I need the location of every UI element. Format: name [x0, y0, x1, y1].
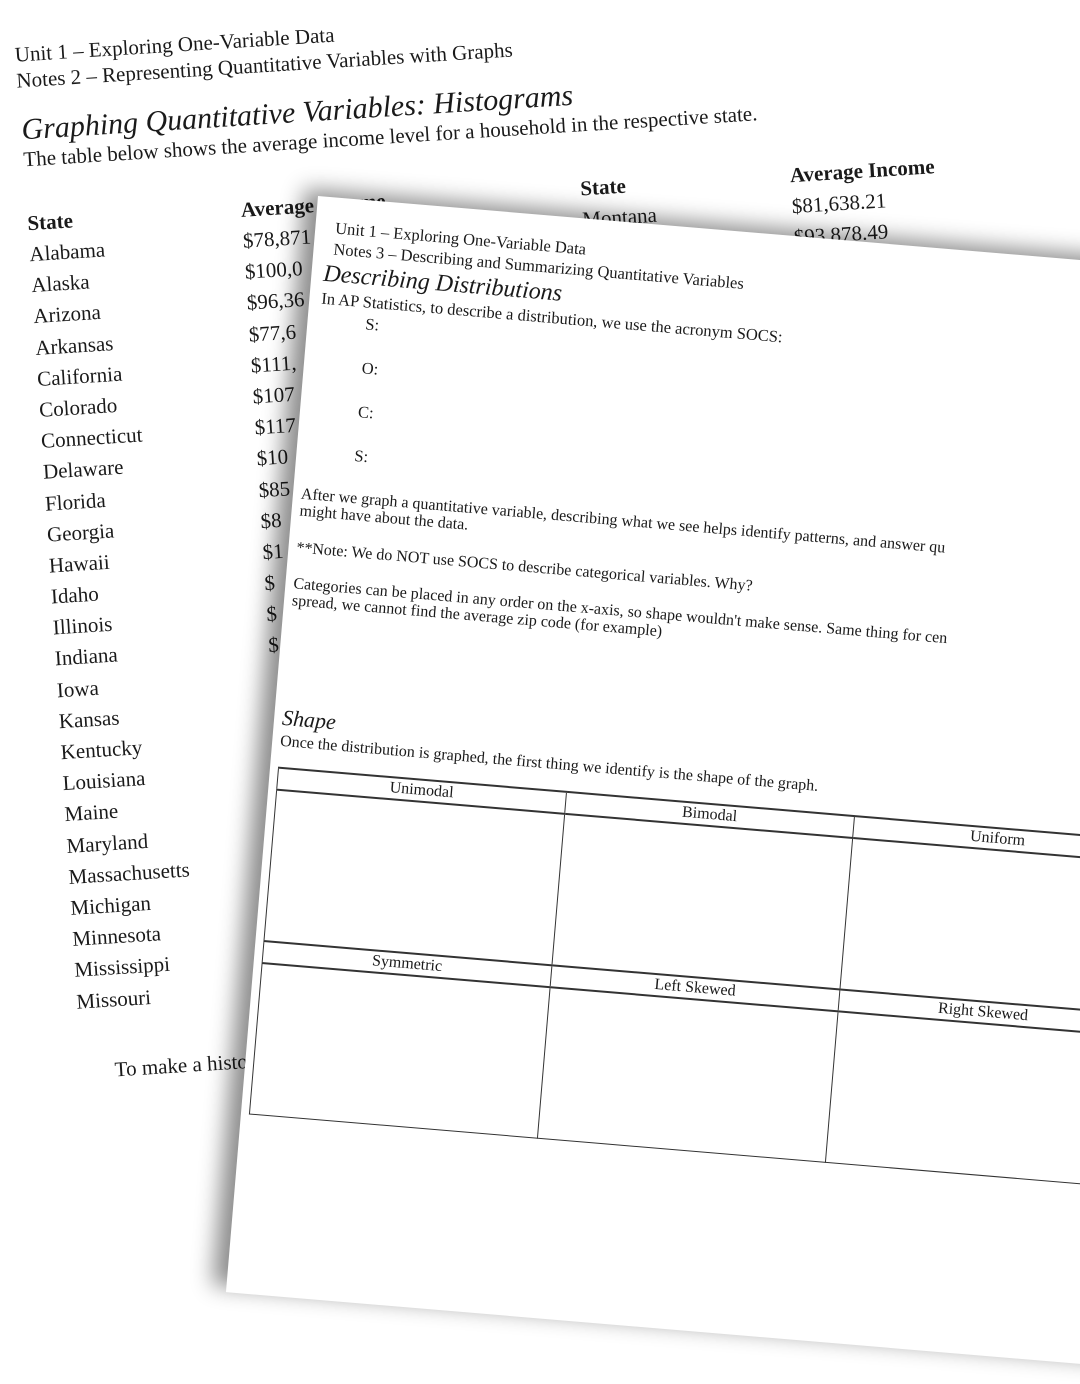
income-value: $96,36 — [246, 287, 306, 315]
sketch-cell — [263, 789, 565, 966]
state-list: Alabama Alaska Arizona Arkansas California Co… — [28, 232, 198, 1018]
shape-table: Unimodal Bimodal Uniform Symmetric Left … — [249, 767, 1080, 1187]
histogram-instruction-text: To make a histo — [113, 1049, 249, 1082]
socs-shape-label: S: — [364, 314, 380, 335]
sketch-cell — [249, 963, 551, 1139]
socs-outliers-label: O: — [360, 358, 380, 379]
sketch-cell — [537, 987, 839, 1163]
income-value: $78,871 — [242, 224, 312, 253]
notes-3-page: Unit 1 – Exploring One-Variable Data Not… — [225, 196, 1080, 1384]
socs-center-label: C: — [357, 402, 375, 423]
sketch-cell — [825, 1011, 1080, 1187]
sketch-cell — [839, 837, 1080, 1014]
state-column-header-right: State — [579, 173, 627, 201]
socs-spread-label: S: — [353, 445, 369, 467]
sketch-cell — [551, 813, 853, 990]
income-column-header-right: Average Income — [789, 154, 936, 188]
answer-paragraph: Categories can be placed in any order on… — [291, 575, 1080, 693]
income-value: $100,0 — [244, 256, 304, 284]
page-header: Unit 1 – Exploring One-Variable Data Not… — [14, 11, 513, 94]
shape-title: Shape — [281, 704, 337, 735]
state-column-header: State — [26, 208, 74, 236]
